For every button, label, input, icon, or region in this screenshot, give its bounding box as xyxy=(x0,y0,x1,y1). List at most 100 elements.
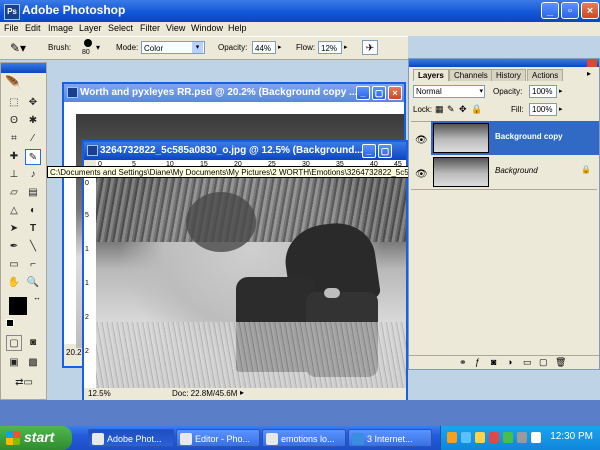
eye-icon[interactable]: 👁 xyxy=(415,169,428,180)
tab-history[interactable]: History xyxy=(491,69,526,81)
eye-icon[interactable]: 👁 xyxy=(415,135,428,146)
fill-input[interactable]: 100% xyxy=(529,103,557,116)
brush-preview-icon[interactable] xyxy=(84,39,92,47)
menu-filter[interactable]: Filter xyxy=(140,23,160,33)
marquee-tool-icon[interactable]: ⬚ xyxy=(6,95,22,111)
full-screen-mode-icon[interactable]: ▩ xyxy=(25,355,41,371)
layer-mask-icon[interactable]: ◙ xyxy=(491,357,496,367)
mode-select[interactable]: Color ▾ xyxy=(141,41,205,54)
clock[interactable]: 12:30 PM xyxy=(550,431,593,442)
document-back-maximize-button[interactable]: ▢ xyxy=(372,86,386,100)
eyedropper-tool-icon[interactable]: ⌐ xyxy=(25,257,41,273)
task-emotions[interactable]: emotions lo... xyxy=(262,429,346,447)
document-front-minimize-button[interactable]: _ xyxy=(362,144,376,158)
lock-transparent-icon[interactable]: ▦ xyxy=(435,104,444,115)
document-window-front[interactable]: 3264732822_5c585a0830_o.jpg @ 12.5% (Bac… xyxy=(82,140,408,402)
menu-select[interactable]: Select xyxy=(108,23,133,33)
swap-colors-icon[interactable]: ↔ xyxy=(33,293,41,302)
tab-channels[interactable]: Channels xyxy=(449,69,493,81)
menu-view[interactable]: View xyxy=(166,23,185,33)
palette-menu-icon[interactable]: ▸ xyxy=(587,69,591,78)
close-icon[interactable] xyxy=(587,59,597,67)
dodge-tool-icon[interactable]: ◐ xyxy=(25,203,41,219)
tray-icon[interactable] xyxy=(475,432,485,443)
tab-actions[interactable]: Actions xyxy=(527,69,564,81)
trash-icon[interactable]: 🗑 xyxy=(555,357,566,368)
type-tool-icon[interactable]: T xyxy=(25,221,41,237)
healing-brush-tool-icon[interactable]: ✚ xyxy=(6,149,22,165)
pen-tool-icon[interactable]: ✒ xyxy=(6,239,22,255)
move-tool-icon[interactable]: ✥ xyxy=(25,95,41,111)
app-title-bar[interactable]: Ps Adobe Photoshop _ ▫ × xyxy=(0,0,600,22)
restore-button[interactable]: ▫ xyxy=(561,2,579,19)
blend-mode-select[interactable]: Normal ▾ xyxy=(413,85,485,98)
chevron-down-icon[interactable]: ▾ xyxy=(96,43,100,52)
menu-help[interactable]: Help xyxy=(228,23,247,33)
document-front-title-bar[interactable]: 3264732822_5c585a0830_o.jpg @ 12.5% (Bac… xyxy=(84,142,406,160)
flow-slider-toggle[interactable]: ▸ xyxy=(344,43,348,51)
airbrush-icon[interactable]: ✈ xyxy=(362,40,378,55)
layer-style-icon[interactable]: ƒ xyxy=(475,357,480,367)
document-front-canvas[interactable] xyxy=(96,172,406,388)
document-front-maximize-button[interactable]: ▢ xyxy=(378,144,392,158)
toolbox-title-bar[interactable] xyxy=(1,63,46,73)
layer-row[interactable]: Background 🔒 xyxy=(431,155,599,189)
notes-tool-icon[interactable]: ▭ xyxy=(6,257,22,273)
lock-image-icon[interactable]: ✎ xyxy=(447,104,455,115)
new-layer-icon[interactable]: ▢ xyxy=(539,357,548,368)
document-back-close-button[interactable]: × xyxy=(388,86,402,100)
line-tool-icon[interactable]: ╲ xyxy=(25,239,41,255)
start-button[interactable]: start xyxy=(0,426,72,450)
task-photoshop[interactable]: Adobe Phot... xyxy=(88,429,174,447)
menu-file[interactable]: File xyxy=(4,23,19,33)
close-button[interactable]: × xyxy=(581,2,599,19)
tray-icon[interactable] xyxy=(461,432,471,443)
path-selection-tool-icon[interactable]: ➤ xyxy=(6,221,22,237)
lasso-tool-icon[interactable]: ʘ xyxy=(6,113,22,129)
tray-icon[interactable] xyxy=(517,432,527,443)
menu-edit[interactable]: Edit xyxy=(25,23,41,33)
gradient-tool-icon[interactable]: ▤ xyxy=(25,185,41,201)
eraser-tool-icon[interactable]: ▱ xyxy=(6,185,22,201)
tray-icon[interactable] xyxy=(489,432,499,443)
brush-tool-icon[interactable]: ✎ xyxy=(25,149,41,165)
link-layers-icon[interactable]: ⚭ xyxy=(459,357,467,368)
magic-wand-tool-icon[interactable]: ✱ xyxy=(25,113,41,129)
crop-tool-icon[interactable]: ⌗ xyxy=(6,131,22,147)
new-group-icon[interactable]: ▭ xyxy=(523,357,532,368)
clone-stamp-tool-icon[interactable]: ⊥ xyxy=(6,167,22,183)
opacity-slider-toggle[interactable]: ▸ xyxy=(278,43,282,51)
adjustment-layer-icon[interactable]: ◑ xyxy=(507,357,512,367)
document-back-title-bar[interactable]: Worth and pyxleyes RR.psd @ 20.2% (Backg… xyxy=(64,84,404,102)
standard-mode-icon[interactable]: ▢ xyxy=(6,335,22,351)
document-back-minimize-button[interactable]: _ xyxy=(356,86,370,100)
lock-position-icon[interactable]: ✥ xyxy=(459,104,467,115)
opacity-slider-toggle[interactable]: ▸ xyxy=(559,87,563,95)
menu-layer[interactable]: Layer xyxy=(79,23,102,33)
tray-icon[interactable] xyxy=(447,432,457,443)
lock-all-icon[interactable]: 🔒 xyxy=(471,104,482,115)
fill-slider-toggle[interactable]: ▸ xyxy=(559,105,563,113)
document-front-zoom[interactable]: 12.5% xyxy=(88,389,111,398)
opacity-input[interactable]: 44% xyxy=(252,41,276,54)
tray-icon[interactable] xyxy=(503,432,513,443)
layer-opacity-input[interactable]: 100% xyxy=(529,85,557,98)
standard-screen-mode-icon[interactable]: ▣ xyxy=(6,355,22,371)
history-brush-tool-icon[interactable]: ♪ xyxy=(25,167,41,183)
layer-row[interactable]: Background copy xyxy=(431,121,599,155)
menu-window[interactable]: Window xyxy=(191,23,223,33)
volume-icon[interactable] xyxy=(531,432,541,443)
slice-tool-icon[interactable]: ⁄ xyxy=(25,131,41,147)
minimize-button[interactable]: _ xyxy=(541,2,559,19)
brush-tool-preset-icon[interactable]: ✎▾ xyxy=(10,41,32,55)
task-editor[interactable]: Editor - Pho... xyxy=(176,429,260,447)
layers-palette-title-bar[interactable] xyxy=(409,59,599,67)
default-colors-icon[interactable] xyxy=(6,319,14,327)
menu-image[interactable]: Image xyxy=(48,23,73,33)
hand-tool-icon[interactable]: ✋ xyxy=(6,275,22,291)
quick-mask-mode-icon[interactable]: ◙ xyxy=(25,335,41,351)
jump-to-imageready-icon[interactable]: ⇄▭ xyxy=(6,375,42,391)
blur-tool-icon[interactable]: △ xyxy=(6,203,22,219)
status-menu-arrow-icon[interactable]: ▸ xyxy=(240,388,244,397)
zoom-tool-icon[interactable]: 🔍 xyxy=(25,275,41,291)
